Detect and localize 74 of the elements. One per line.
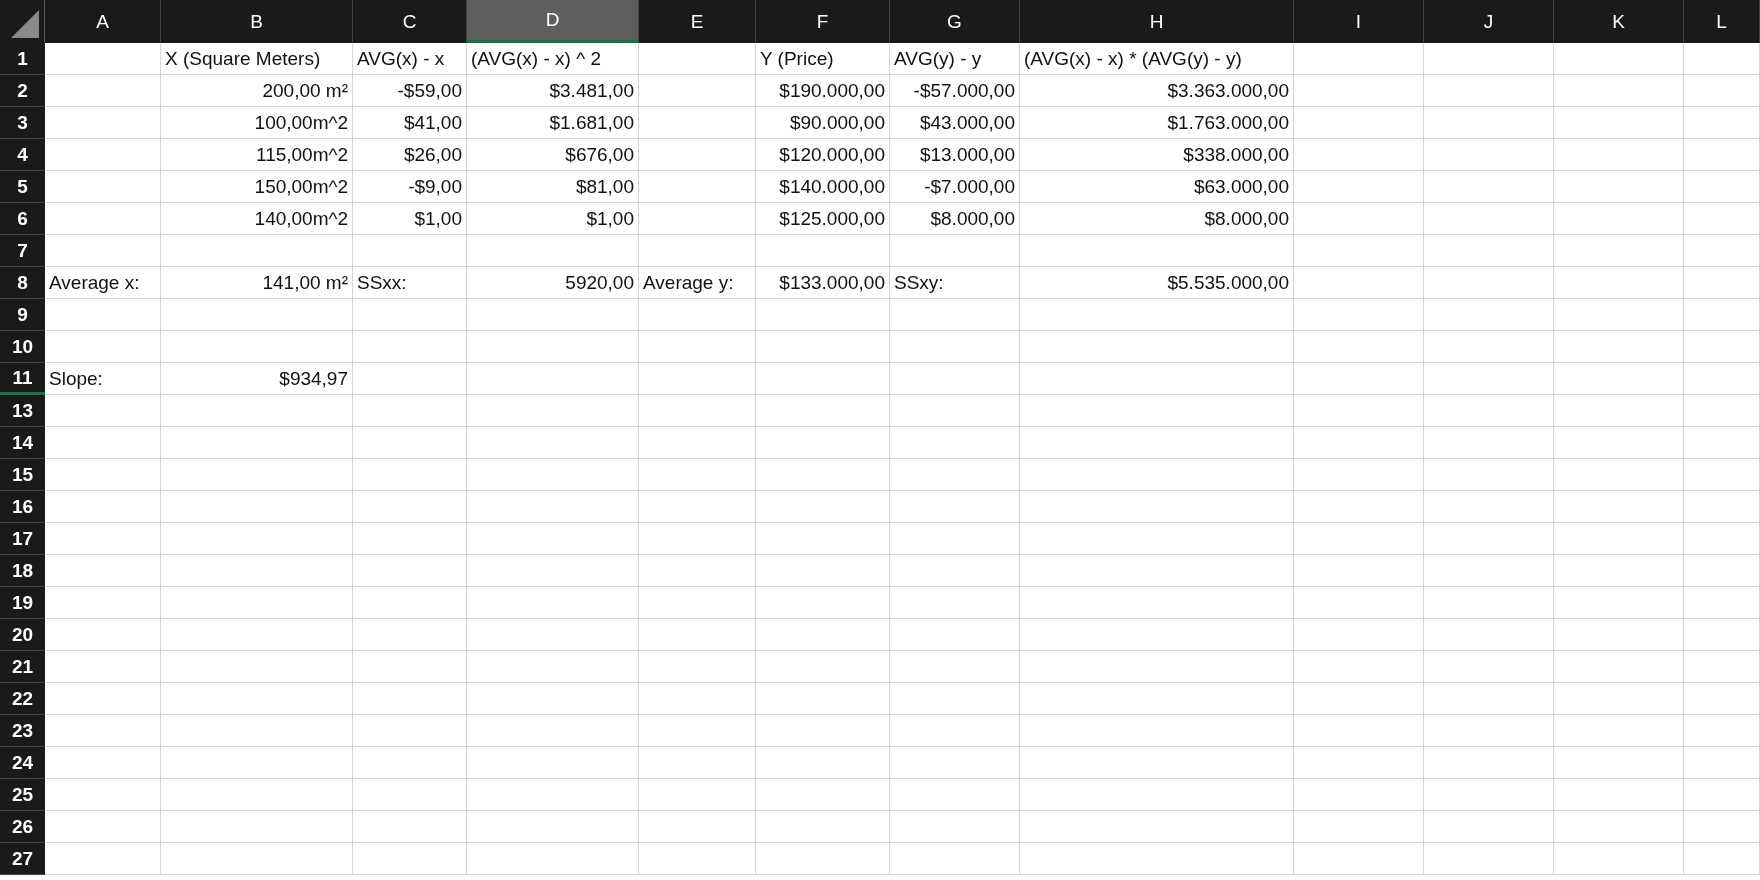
row-header[interactable]: 18 (0, 555, 45, 587)
row-header[interactable]: 7 (0, 235, 45, 267)
table-cell: X (Square Meters) (165, 47, 321, 70)
table-cell: Average x: (49, 271, 140, 294)
table-cell: -$7.000,00 (924, 175, 1015, 198)
table-cell: $190.000,00 (779, 79, 885, 102)
row-header[interactable]: 26 (0, 811, 45, 843)
table-cell: $8.000,00 (930, 207, 1015, 230)
column-header[interactable]: D (467, 0, 639, 43)
row-header[interactable]: 4 (0, 139, 45, 171)
row-header[interactable]: 19 (0, 587, 45, 619)
table-cell: -$9,00 (408, 175, 462, 198)
row-header[interactable]: 27 (0, 843, 45, 875)
table-cell: $1.763.000,00 (1167, 111, 1289, 134)
table-cell: $125.000,00 (779, 207, 885, 230)
row-header[interactable]: 9 (0, 299, 45, 331)
table-cell: -$57.000,00 (913, 79, 1015, 102)
table-cell: $934,97 (279, 367, 348, 390)
table-cell: AVG(y) - y (894, 47, 982, 70)
table-cell: $26,00 (403, 143, 462, 166)
table-cell: 200,00 m² (262, 79, 348, 102)
row-header[interactable]: 2 (0, 75, 45, 107)
table-cell: Y (Price) (760, 47, 834, 70)
row-header[interactable]: 8 (0, 267, 45, 299)
row-header[interactable]: 15 (0, 459, 45, 491)
row-header[interactable]: 1 (0, 43, 45, 75)
row-header[interactable]: 5 (0, 171, 45, 203)
row-header[interactable]: 16 (0, 491, 45, 523)
table-cell: $43.000,00 (919, 111, 1015, 134)
row-header[interactable]: 3 (0, 107, 45, 139)
row-header[interactable]: 6 (0, 203, 45, 235)
row-header[interactable]: 25 (0, 779, 45, 811)
table-cell: 150,00m^2 (254, 175, 348, 198)
row-header[interactable]: 10 (0, 331, 45, 363)
row-header[interactable]: 11 (0, 363, 45, 395)
row-header[interactable]: 22 (0, 683, 45, 715)
table-cell: $1,00 (586, 207, 634, 230)
table-cell: Average y: (643, 271, 734, 294)
corner-triangle-icon[interactable] (11, 10, 39, 38)
table-cell: 141,00 m² (262, 271, 348, 294)
row-header[interactable]: 24 (0, 747, 45, 779)
table-cell: $1.681,00 (549, 111, 634, 134)
table-cell: 140,00m^2 (254, 207, 348, 230)
table-cell: Slope: (49, 367, 103, 390)
table-cell: SSxy: (894, 271, 944, 294)
table-cell: -$59,00 (397, 79, 462, 102)
row-header[interactable]: 13 (0, 395, 45, 427)
row-header[interactable]: 17 (0, 523, 45, 555)
table-cell: 5920,00 (565, 271, 634, 294)
table-cell: $140.000,00 (779, 175, 885, 198)
table-cell: SSxx: (357, 271, 407, 294)
table-cell: (AVG(x) - x) ^ 2 (471, 47, 601, 70)
row-header[interactable]: 23 (0, 715, 45, 747)
table-cell: $3.481,00 (549, 79, 634, 102)
table-cell: 100,00m^2 (254, 111, 348, 134)
table-cell: $63.000,00 (1193, 175, 1289, 198)
table-cell: $13.000,00 (919, 143, 1015, 166)
table-cell: $120.000,00 (779, 143, 885, 166)
row-header[interactable]: 20 (0, 619, 45, 651)
table-cell: $3.363.000,00 (1167, 79, 1289, 102)
table-cell: $41,00 (403, 111, 462, 134)
table-cell: $338.000,00 (1183, 143, 1289, 166)
table-cell: $133.000,00 (779, 271, 885, 294)
row-header[interactable]: 14 (0, 427, 45, 459)
table-cell: AVG(x) - x (357, 47, 445, 70)
table-cell: (AVG(x) - x) * (AVG(y) - y) (1024, 47, 1242, 70)
table-cell: $676,00 (565, 143, 634, 166)
table-cell: 115,00m^2 (256, 143, 348, 166)
table-cell: $5.535.000,00 (1167, 271, 1289, 294)
row-header[interactable]: 21 (0, 651, 45, 683)
table-cell: $8.000,00 (1204, 207, 1289, 230)
table-cell: $81,00 (575, 175, 634, 198)
table-cell: $1,00 (414, 207, 462, 230)
table-cell: $90.000,00 (789, 111, 885, 134)
